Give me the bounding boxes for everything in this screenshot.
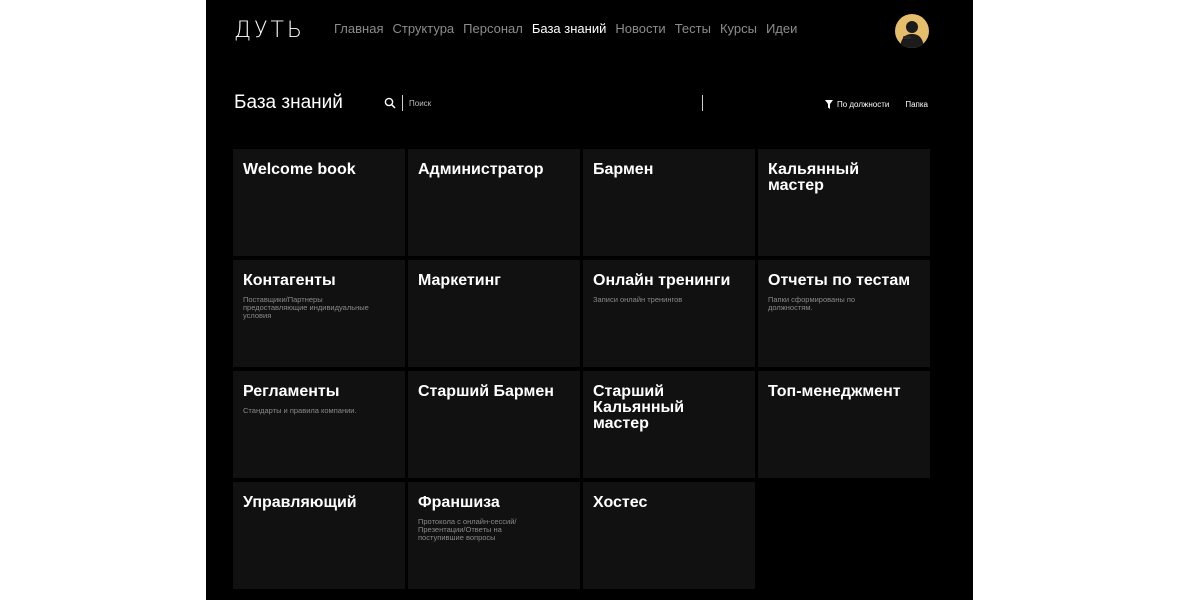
card-senior-hookah-master[interactable]: Старший Кальянный мастер [583, 371, 755, 478]
card-title: Отчеты по тестам [768, 272, 911, 289]
filter-icon [824, 100, 833, 109]
card-top-management[interactable]: Топ-менеджмент [758, 371, 930, 478]
card-bartender[interactable]: Бармен [583, 149, 755, 256]
card-title: Топ-менеджмент [768, 383, 901, 400]
nav-item-tests[interactable]: Тесты [675, 21, 711, 36]
card-hostess[interactable]: Хостес [583, 482, 755, 589]
card-description: Стандарты и правила компании. [243, 406, 357, 415]
card-title: Хостес [593, 494, 648, 511]
filter-by-position[interactable]: По должности [824, 100, 890, 109]
card-marketing[interactable]: Маркетинг [408, 260, 580, 367]
user-avatar-icon [900, 21, 924, 48]
card-title: Welcome book [243, 161, 356, 178]
card-description: Поставщики/Партнеры предоставляющие инди… [243, 295, 369, 320]
knowledge-grid: Welcome book Администратор Бармен Кальян… [233, 149, 930, 589]
card-administrator[interactable]: Администратор [408, 149, 580, 256]
nav-item-structure[interactable]: Структура [392, 21, 454, 36]
top-navigation: ДУТЬ Главная Структура Персонал База зна… [234, 14, 929, 48]
filter-folder[interactable]: Папка [905, 100, 928, 109]
nav-item-staff[interactable]: Персонал [463, 21, 523, 36]
nav-item-home[interactable]: Главная [334, 21, 383, 36]
card-title: Управляющий [243, 494, 357, 511]
card-description: Записи онлайн тренингов [593, 295, 683, 304]
search-divider [402, 95, 403, 111]
card-title: Франшиза [418, 494, 500, 511]
card-title: Бармен [593, 161, 654, 178]
filters: По должности Папка [824, 100, 928, 109]
card-title: Администратор [418, 161, 544, 178]
search-input[interactable] [409, 95, 519, 111]
card-test-reports[interactable]: Отчеты по тестам Папки сформированы по д… [758, 260, 930, 367]
nav-item-knowledge-base[interactable]: База знаний [532, 21, 607, 36]
card-title: Старший Кальянный мастер [593, 383, 685, 432]
card-franchise[interactable]: Франшиза Протокола с онлайн-сессий/ През… [408, 482, 580, 589]
card-title: Онлайн тренинги [593, 272, 731, 289]
filter-folder-label: Папка [905, 100, 928, 109]
card-description: Протокола с онлайн-сессий/ Презентации/О… [418, 517, 517, 542]
nav-item-ideas[interactable]: Идеи [766, 21, 797, 36]
nav-item-courses[interactable]: Курсы [720, 21, 757, 36]
card-title: Маркетинг [418, 272, 501, 289]
card-manager[interactable]: Управляющий [233, 482, 405, 589]
search-end-divider [702, 95, 703, 111]
card-hookah-master[interactable]: Кальянный мастер [758, 149, 930, 256]
card-title: Старший Бармен [418, 383, 554, 400]
card-regulations[interactable]: Регламенты Стандарты и правила компании. [233, 371, 405, 478]
card-title: Регламенты [243, 383, 340, 400]
filter-by-position-label: По должности [836, 100, 890, 109]
card-title: Контагенты [243, 272, 336, 289]
card-online-trainings[interactable]: Онлайн тренинги Записи онлайн тренингов [583, 260, 755, 367]
card-welcome-book[interactable]: Welcome book [233, 149, 405, 256]
page-title: База знаний [234, 92, 343, 113]
search-box [384, 94, 703, 114]
card-title: Кальянный мастер [768, 161, 860, 194]
main-nav: Главная Структура Персонал База знаний Н… [334, 21, 797, 36]
logo[interactable]: ДУТЬ [234, 18, 305, 43]
app-window: ДУТЬ Главная Структура Персонал База зна… [206, 0, 973, 600]
card-senior-bartender[interactable]: Старший Бармен [408, 371, 580, 478]
card-description: Папки сформированы по должностям. [768, 295, 856, 312]
avatar[interactable] [895, 14, 929, 48]
card-contractors[interactable]: Контагенты Поставщики/Партнеры предостав… [233, 260, 405, 367]
search-icon[interactable] [384, 97, 396, 109]
nav-item-news[interactable]: Новости [615, 21, 665, 36]
